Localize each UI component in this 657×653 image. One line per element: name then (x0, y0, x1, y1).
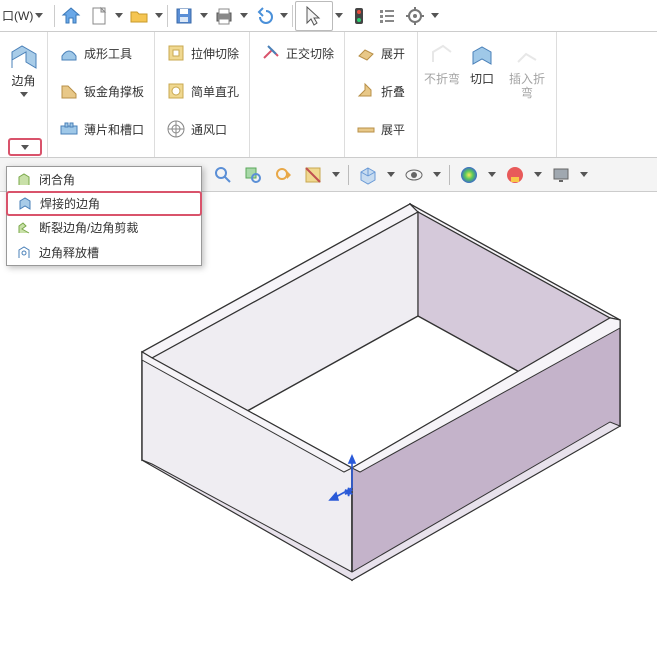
menu-corner-relief[interactable]: 边角释放槽 (7, 240, 201, 265)
window-menu[interactable]: 口(W) (2, 7, 52, 24)
display-style-button[interactable] (355, 162, 381, 188)
list-icon (377, 6, 397, 26)
cube-icon (358, 165, 378, 185)
gusset-button[interactable]: 钣金角撑板 (54, 78, 148, 104)
sphere-color-icon (459, 165, 479, 185)
appearance-button[interactable] (456, 162, 482, 188)
svg-text:✶: ✶ (344, 487, 353, 499)
break-corner-icon (15, 219, 33, 237)
normal-cut-icon (260, 42, 282, 64)
vent-button[interactable]: 通风口 (161, 116, 241, 142)
menu-break-corner[interactable]: 断裂边角/边角剪裁 (7, 215, 201, 240)
print-button[interactable] (210, 2, 238, 30)
section-icon (303, 165, 323, 185)
fold-icon (355, 80, 377, 102)
home-button[interactable] (57, 2, 85, 30)
corner-context-menu: 闭合角 焊接的边角 断裂边角/边角剪裁 边角释放槽 (6, 166, 202, 266)
chevron-down-icon (35, 13, 43, 18)
extrude-cut-icon (165, 42, 187, 64)
hole-icon (165, 80, 187, 102)
open-button[interactable] (125, 2, 153, 30)
insert-bend-button: 插入折弯 (502, 38, 552, 104)
flatten-button[interactable]: 展平 (351, 116, 411, 142)
undo-button[interactable] (250, 2, 278, 30)
gusset-icon (58, 80, 80, 102)
zoom-area-icon (243, 165, 263, 185)
print-icon (214, 6, 234, 26)
monitor-icon (551, 165, 571, 185)
settings-button[interactable] (401, 2, 429, 30)
save-icon (174, 6, 194, 26)
tab-slot-icon (58, 118, 80, 140)
flatten-icon (355, 118, 377, 140)
scene-button[interactable] (502, 162, 528, 188)
normal-cut-button[interactable]: 正交切除 (256, 40, 338, 66)
hideshow-dropdown[interactable] (431, 172, 443, 177)
render-dropdown[interactable] (578, 172, 590, 177)
settings-dropdown[interactable] (429, 13, 441, 18)
select-dropdown[interactable] (333, 13, 345, 18)
print-dropdown[interactable] (238, 13, 250, 18)
forming-tool-button[interactable]: 成形工具 (54, 40, 136, 66)
save-button[interactable] (170, 2, 198, 30)
no-bend-button: 不折弯 (422, 38, 462, 90)
prev-view-icon (273, 165, 293, 185)
appearance-dropdown[interactable] (486, 172, 498, 177)
new-button[interactable] (85, 2, 113, 30)
undo-icon (254, 6, 274, 26)
closed-corner-icon (15, 171, 33, 189)
traffic-light-icon (349, 6, 369, 26)
scene-dropdown[interactable] (532, 172, 544, 177)
corner-dropdown-trigger[interactable] (8, 138, 42, 156)
corner-icon (8, 42, 40, 72)
hide-show-button[interactable] (401, 162, 427, 188)
scene-icon (505, 165, 525, 185)
zoom-fit-button[interactable] (210, 162, 236, 188)
magnifier-icon (213, 165, 233, 185)
welded-corner-icon (16, 195, 34, 213)
undo-dropdown[interactable] (278, 13, 290, 18)
select-button[interactable] (295, 1, 333, 31)
ribbon-toolbar: 边角 成形工具 钣金角撑板 薄片和槽口 拉伸切除 简单直孔 通风口 正交切除 展… (0, 32, 657, 158)
eye-icon (404, 165, 424, 185)
menu-welded-corner[interactable]: 焊接的边角 (6, 191, 202, 216)
top-toolbar: 口(W) (0, 0, 657, 32)
extrude-cut-button[interactable]: 拉伸切除 (161, 40, 243, 66)
insert-bend-icon (512, 42, 542, 70)
unfold-button[interactable]: 展开 (351, 40, 411, 66)
render-button[interactable] (548, 162, 574, 188)
chevron-down-icon (21, 145, 29, 150)
new-doc-icon (89, 6, 109, 26)
home-icon (61, 6, 81, 26)
corner-button[interactable]: 边角 (4, 38, 44, 101)
chevron-down-icon (20, 92, 28, 97)
open-dropdown[interactable] (153, 13, 165, 18)
zoom-area-button[interactable] (240, 162, 266, 188)
no-bend-icon (427, 42, 457, 70)
rebuild-button[interactable] (345, 2, 373, 30)
cut-shape-icon (467, 42, 497, 70)
unfold-icon (355, 42, 377, 64)
prev-view-button[interactable] (270, 162, 296, 188)
menu-closed-corner[interactable]: 闭合角 (7, 167, 201, 192)
section-dropdown[interactable] (330, 172, 342, 177)
open-folder-icon (129, 6, 149, 26)
new-dropdown[interactable] (113, 13, 125, 18)
simple-hole-button[interactable]: 简单直孔 (161, 78, 243, 104)
save-dropdown[interactable] (198, 13, 210, 18)
fold-button[interactable]: 折叠 (351, 78, 411, 104)
forming-tool-icon (58, 42, 80, 64)
cursor-icon (303, 5, 325, 27)
cut-button[interactable]: 切口 (462, 38, 502, 90)
vent-icon (165, 118, 187, 140)
tab-slot-button[interactable]: 薄片和槽口 (54, 116, 148, 142)
display-dropdown[interactable] (385, 172, 397, 177)
corner-relief-icon (15, 244, 33, 262)
gear-icon (405, 6, 425, 26)
file-list-button[interactable] (373, 2, 401, 30)
section-view-button[interactable] (300, 162, 326, 188)
